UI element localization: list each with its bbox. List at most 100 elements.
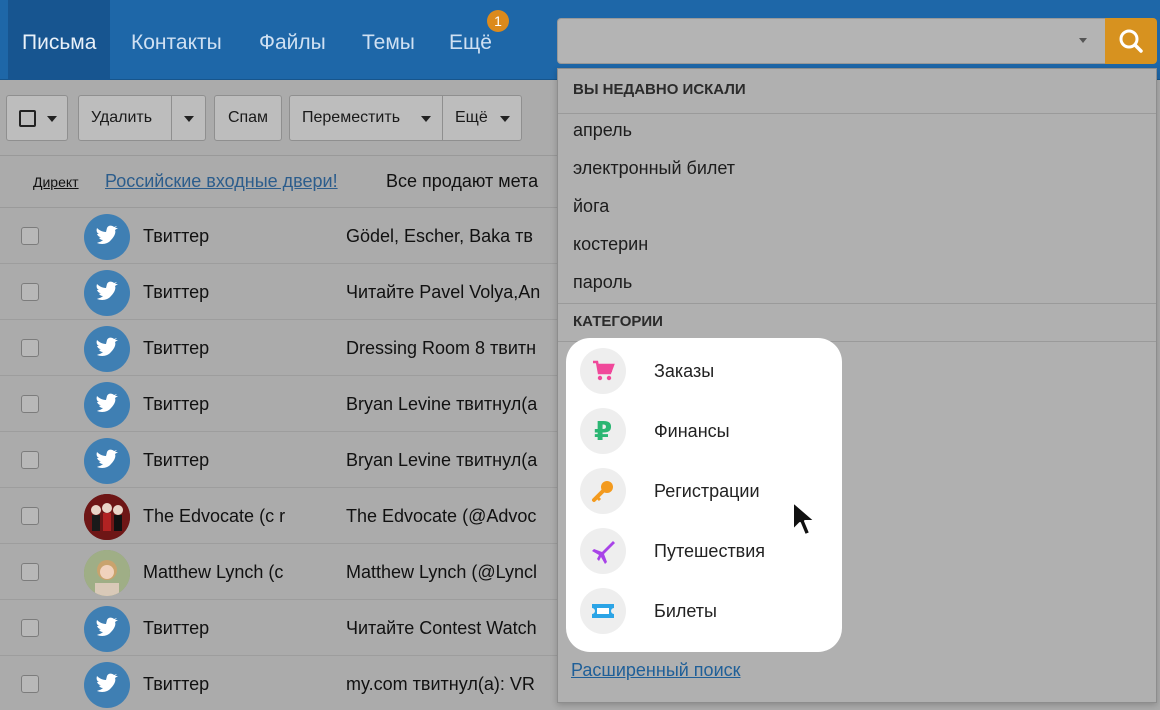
email-subject: my.com твитнул(а): VR [346, 674, 535, 694]
tab-letters[interactable]: Письма [8, 0, 111, 80]
email-sender: The Edvocate (c r [143, 506, 286, 526]
search-history-caret-icon[interactable] [1079, 38, 1087, 43]
recent-search-item[interactable]: костерин [573, 234, 648, 255]
email-sender: Твиттер [143, 674, 210, 694]
row-checkbox[interactable] [21, 283, 39, 301]
spam-button[interactable]: Спам [214, 95, 282, 141]
checkbox-icon [19, 110, 36, 127]
twitter-bird-icon [96, 393, 118, 412]
row-checkbox[interactable] [21, 563, 39, 581]
category-label: Путешествия [654, 541, 766, 561]
email-row[interactable]: Твиттер Dressing Room 8 твитн [0, 320, 557, 376]
recent-search-item[interactable]: пароль [573, 272, 632, 293]
search-button[interactable] [1105, 18, 1157, 64]
ad-link[interactable]: Российские входные двери! [105, 171, 338, 192]
recent-search-item[interactable]: йога [573, 196, 609, 217]
categories-header: КАТЕГОРИИ [573, 313, 663, 330]
row-checkbox[interactable] [21, 395, 39, 413]
email-subject: Gödel, Escher, Baka тв [346, 226, 533, 246]
email-sender: Твиттер [143, 338, 210, 358]
twitter-bird-icon [96, 225, 118, 244]
move-button-group[interactable]: Переместить Ещё [289, 95, 522, 141]
category-label: Билеты [654, 601, 717, 621]
twitter-bird-icon [96, 281, 118, 300]
category-orders[interactable]: Заказы [580, 343, 830, 399]
email-sender: Твиттер [143, 226, 210, 246]
row-checkbox[interactable] [21, 339, 39, 357]
recent-search-item[interactable]: апрель [573, 120, 632, 141]
email-row[interactable]: Твиттер Bryan Levine твитнул(а [0, 376, 557, 432]
key-icon [580, 468, 626, 514]
recent-searches-header: ВЫ НЕДАВНО ИСКАЛИ [573, 81, 746, 98]
twitter-avatar [84, 606, 130, 652]
photo-avatar [84, 550, 130, 596]
chevron-down-icon [421, 116, 431, 122]
twitter-avatar [84, 326, 130, 372]
ad-text: Все продают мета [386, 171, 539, 191]
email-row[interactable]: The Edvocate (c r The Edvocate (@Advoc [0, 488, 557, 544]
row-checkbox[interactable] [21, 507, 39, 525]
twitter-avatar [84, 214, 130, 260]
email-sender: Твиттер [143, 394, 210, 414]
tab-themes[interactable]: Темы [362, 0, 415, 80]
row-checkbox[interactable] [21, 619, 39, 637]
delete-divider [171, 96, 172, 140]
category-label: Заказы [654, 361, 715, 381]
twitter-bird-icon [96, 449, 118, 468]
divider [558, 113, 1156, 114]
email-sender: Твиттер [143, 618, 210, 638]
person-photo-icon [84, 550, 130, 596]
email-row[interactable]: Твиттер Читайте Pavel Volya,An [0, 264, 557, 320]
chevron-down-icon [500, 116, 510, 122]
tab-files[interactable]: Файлы [259, 0, 326, 80]
mouse-cursor-icon [792, 501, 816, 536]
chevron-down-icon [47, 116, 57, 122]
row-checkbox[interactable] [21, 675, 39, 693]
category-tickets[interactable]: Билеты [580, 583, 830, 639]
twitter-avatar [84, 662, 130, 708]
email-row[interactable]: Твиттер Gödel, Escher, Baka тв [0, 208, 557, 264]
move-label[interactable]: Переместить [302, 109, 400, 126]
row-checkbox[interactable] [21, 227, 39, 245]
email-row[interactable]: Твиттер Bryan Levine твитнул(а [0, 432, 557, 488]
twitter-bird-icon [96, 337, 118, 356]
twitter-avatar [84, 270, 130, 316]
row-checkbox[interactable] [21, 451, 39, 469]
delete-button[interactable]: Удалить [78, 95, 206, 141]
ad-banner[interactable]: Директ Российские входные двери! Все про… [0, 156, 557, 208]
more-label[interactable]: Ещё [455, 96, 488, 140]
advanced-search-link[interactable]: Расширенный поиск [571, 660, 741, 681]
category-label: Финансы [654, 421, 730, 441]
email-row[interactable]: Твиттер my.com твитнул(а): VR [0, 656, 557, 710]
email-subject: Bryan Levine твитнул(а [346, 450, 538, 470]
plane-icon [580, 528, 626, 574]
ad-label[interactable]: Директ [33, 174, 79, 190]
twitter-avatar [84, 382, 130, 428]
select-all-button[interactable] [6, 95, 68, 141]
twitter-avatar [84, 438, 130, 484]
mail-toolbar: Удалить Спам Переместить Ещё [0, 80, 557, 156]
tab-more[interactable]: Ещё [449, 0, 492, 80]
recent-search-item[interactable]: электронный билет [573, 158, 735, 179]
email-sender: Matthew Lynch (c [143, 562, 284, 582]
tab-contacts[interactable]: Контакты [131, 0, 222, 80]
categories-panel: Заказы ₽ Финансы Регистрации Путешествия… [566, 338, 842, 652]
search-icon [1119, 29, 1143, 53]
email-sender: Твиттер [143, 450, 210, 470]
twitter-bird-icon [96, 673, 118, 692]
photo-avatar [84, 494, 130, 540]
email-sender: Твиттер [143, 282, 210, 302]
email-row[interactable]: Matthew Lynch (c Matthew Lynch (@Lyncl [0, 544, 557, 600]
email-subject: Bryan Levine твитнул(а [346, 394, 538, 414]
cart-icon [580, 348, 626, 394]
move-divider [442, 96, 443, 140]
notification-badge: 1 [487, 10, 509, 32]
search-input[interactable] [557, 18, 1105, 64]
chevron-down-icon[interactable] [184, 116, 194, 122]
email-row[interactable]: Твиттер Читайте Contest Watch [0, 600, 557, 656]
email-subject: Dressing Room 8 твитн [346, 338, 537, 358]
delete-label: Удалить [91, 109, 153, 126]
email-subject: Читайте Contest Watch [346, 618, 537, 638]
email-subject: The Edvocate (@Advoc [346, 506, 537, 526]
category-finance[interactable]: ₽ Финансы [580, 403, 830, 459]
